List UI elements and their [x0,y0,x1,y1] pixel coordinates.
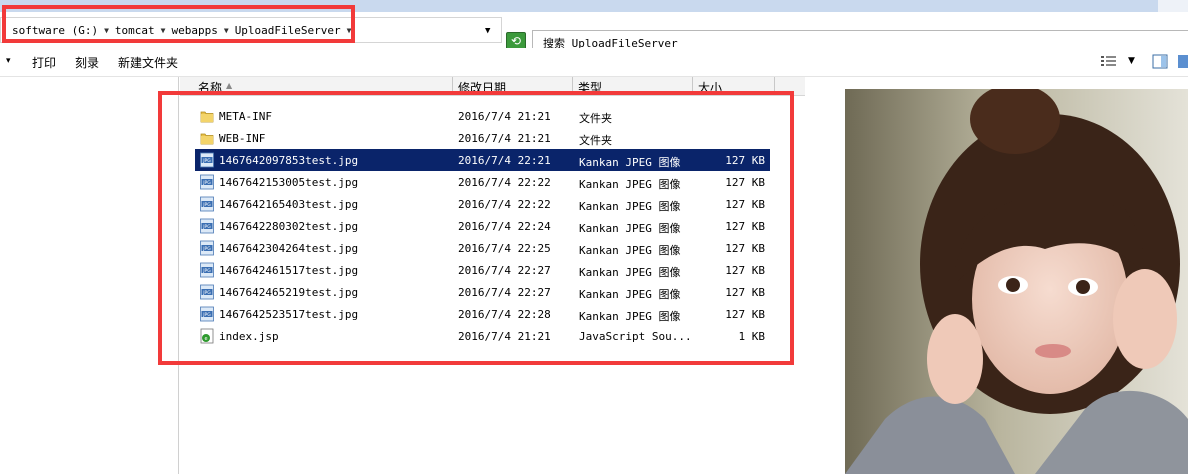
print-button[interactable]: 打印 [32,54,56,71]
image-preview [845,89,1188,474]
command-toolbar: ▾ 打印 刻录 新建文件夹 ▼ [0,48,1188,77]
navigation-pane[interactable] [0,77,182,474]
help-icon[interactable] [1178,54,1188,69]
address-history-dropdown-icon[interactable]: ▼ [485,26,490,36]
sort-ascending-icon: ▲ [226,81,233,90]
view-details-icon[interactable] [1100,54,1118,68]
view-dropdown-icon[interactable]: ▼ [1128,56,1135,66]
window-controls[interactable] [1158,0,1188,12]
preview-pane-icon[interactable] [1152,54,1168,69]
file-list-highlight-box [158,91,794,365]
new-folder-button[interactable]: 新建文件夹 [118,54,178,71]
preview-pane [805,77,1188,474]
organize-dropdown-icon[interactable]: ▾ [6,56,11,66]
burn-button[interactable]: 刻录 [75,54,99,71]
address-highlight-box [2,5,355,43]
